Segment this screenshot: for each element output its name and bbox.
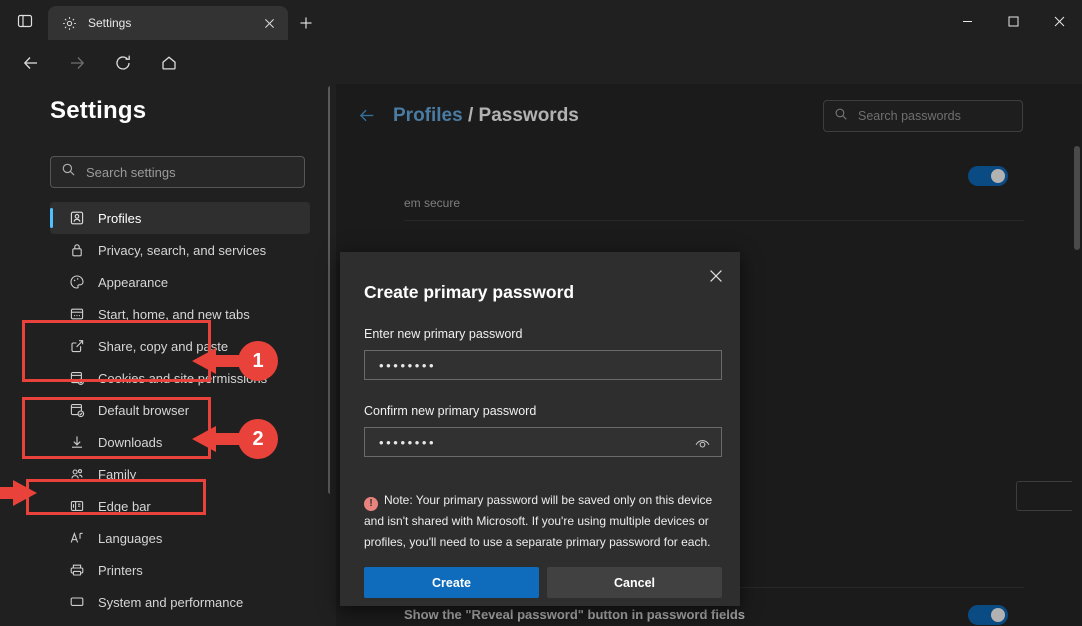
sidebar-item-label: Languages — [98, 530, 163, 546]
sidebar-item-appearance[interactable]: Appearance — [50, 266, 310, 298]
back-arrow-icon[interactable] — [14, 48, 48, 78]
sidebar-item-label: Printers — [98, 562, 143, 578]
sidebar-item-edge-bar[interactable]: Edge bar — [50, 490, 310, 522]
sidebar-item-label: System and performance — [98, 594, 244, 610]
sidebar-item-family[interactable]: Family — [50, 458, 310, 490]
dialog-title: Create primary password — [364, 282, 575, 302]
gear-icon — [60, 14, 78, 32]
lock-icon — [68, 241, 86, 259]
tab-close-icon[interactable] — [258, 12, 280, 34]
eye-icon[interactable] — [691, 432, 713, 454]
sidebar-item-start-home[interactable]: Start, home, and new tabs — [50, 298, 310, 330]
language-icon — [68, 529, 86, 547]
sidebar-item-label: Privacy, search, and services — [98, 242, 267, 258]
annotation-arrow-3 — [0, 480, 37, 506]
palette-icon — [68, 273, 86, 291]
search-icon — [61, 162, 76, 182]
tab-search-icon[interactable] — [10, 8, 40, 34]
browser-window: Settings Settings Search settings Profil… — [0, 0, 1082, 626]
enter-new-primary-password-input[interactable]: •••••••• — [364, 350, 722, 380]
printer-icon — [68, 561, 86, 579]
sidebar-item-label: Start, home, and new tabs — [98, 306, 250, 322]
cancel-button[interactable]: Cancel — [547, 567, 722, 598]
sidebar-item-languages[interactable]: Languages — [50, 522, 310, 554]
create-button[interactable]: Create — [364, 567, 539, 598]
dialog-note-text: Note: Your primary password will be save… — [364, 493, 713, 549]
confirm-new-primary-password-label: Confirm new primary password — [364, 404, 537, 418]
forward-arrow-icon[interactable] — [60, 48, 94, 78]
minimize-button[interactable] — [944, 0, 990, 42]
close-icon[interactable] — [702, 262, 730, 290]
sidebar-item-printers[interactable]: Printers — [50, 554, 310, 586]
window-controls — [944, 0, 1082, 42]
create-primary-password-dialog: Create primary password Enter new primar… — [340, 252, 740, 606]
family-icon — [68, 465, 86, 483]
page-title: Settings — [50, 97, 147, 124]
maximize-button[interactable] — [990, 0, 1036, 42]
sidebar-item-profiles[interactable]: Profiles — [50, 202, 310, 234]
sidebar-item-label: Appearance — [98, 274, 169, 290]
annotation-badge-1: 1 — [238, 341, 278, 381]
edge-bar-icon — [68, 497, 86, 515]
new-tab-button[interactable] — [292, 9, 320, 37]
browser-toolbar: Edge edge://settings/passwords — [0, 42, 1082, 120]
sidebar-item-label: Default browser — [98, 402, 190, 418]
system-icon — [68, 593, 86, 611]
cookies-icon — [68, 369, 86, 387]
sidebar-nav: Profiles Privacy, search, and services A… — [50, 202, 310, 618]
warning-icon: ! — [364, 497, 378, 512]
settings-sidebar: Settings Search settings Profiles Privac… — [0, 84, 330, 626]
title-bar: Settings — [0, 0, 1082, 42]
sidebar-item-label: Edge bar — [98, 498, 151, 514]
password-value: •••••••• — [379, 357, 437, 373]
sidebar-item-system-performance[interactable]: System and performance — [50, 586, 310, 618]
sidebar-scrollbar[interactable] — [327, 84, 330, 626]
dialog-note: ! Note: Your primary password will be sav… — [364, 490, 722, 552]
profile-icon — [68, 209, 86, 227]
sidebar-item-default-browser[interactable]: Default browser — [50, 394, 310, 426]
window-icon — [68, 305, 86, 323]
annotation-badge-2: 2 — [238, 419, 278, 459]
refresh-icon[interactable] — [106, 48, 140, 78]
password-value: •••••••• — [379, 434, 437, 450]
default-browser-icon — [68, 401, 86, 419]
browser-tab[interactable]: Settings — [48, 6, 288, 40]
confirm-new-primary-password-input[interactable]: •••••••• — [364, 427, 722, 457]
search-settings-placeholder: Search settings — [86, 164, 176, 180]
sidebar-item-label: Profiles — [98, 210, 142, 226]
sidebar-scrollbar-thumb[interactable] — [328, 86, 330, 494]
enter-new-primary-password-label: Enter new primary password — [364, 327, 523, 341]
window-close-button[interactable] — [1036, 0, 1082, 42]
sidebar-item-label: Family — [98, 466, 137, 482]
share-icon — [68, 337, 86, 355]
download-icon — [68, 433, 86, 451]
sidebar-item-label: Downloads — [98, 434, 163, 450]
tab-title: Settings — [88, 16, 132, 30]
search-settings-input[interactable]: Search settings — [50, 156, 305, 188]
settings-page: Settings Search settings Profiles Privac… — [0, 84, 1082, 626]
sidebar-item-privacy[interactable]: Privacy, search, and services — [50, 234, 310, 266]
home-icon[interactable] — [152, 48, 186, 78]
